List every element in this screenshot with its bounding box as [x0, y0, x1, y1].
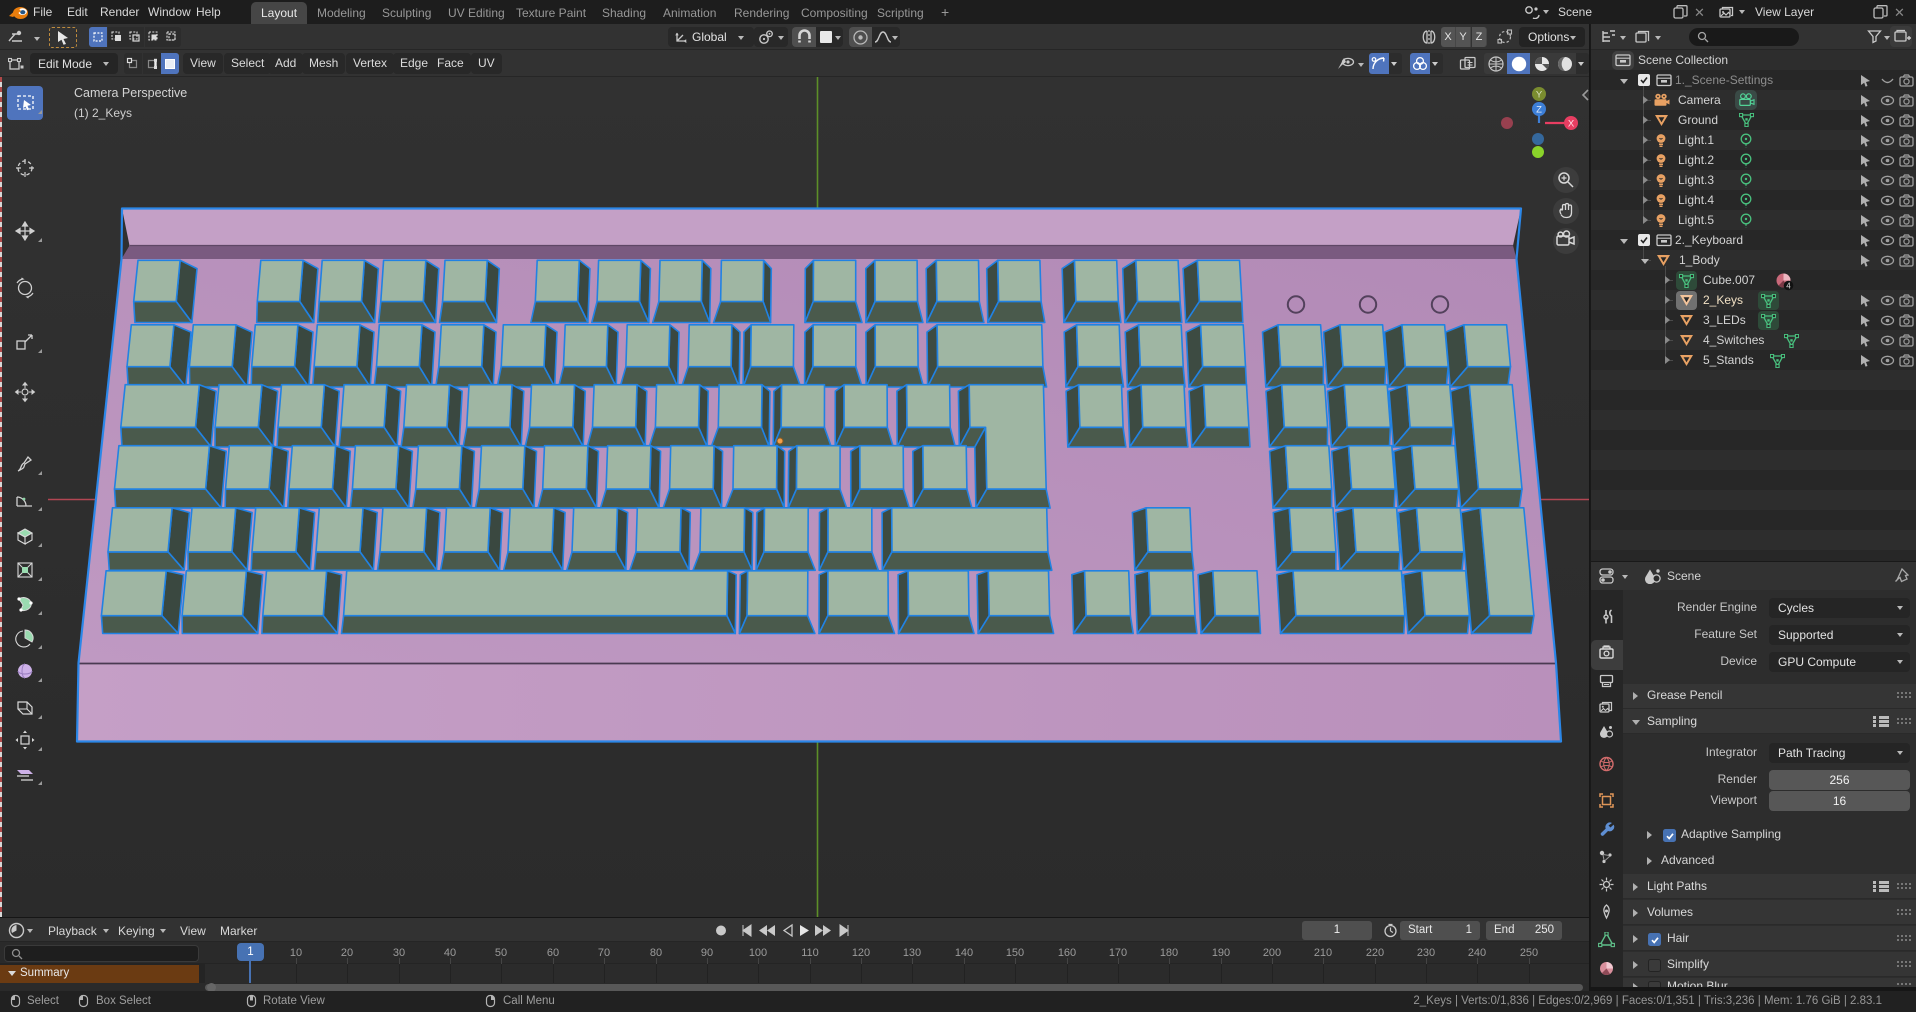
- svg-text:X: X: [1568, 119, 1575, 130]
- svg-text:Y: Y: [1536, 90, 1543, 101]
- svg-text:4: 4: [1786, 282, 1791, 291]
- svg-text:Z: Z: [1536, 105, 1542, 116]
